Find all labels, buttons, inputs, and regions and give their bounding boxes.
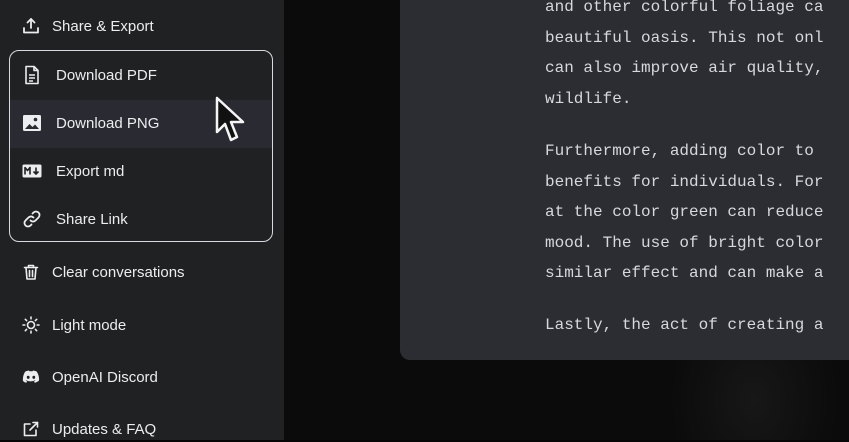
light-mode-label: Light mode — [52, 316, 127, 334]
openai-discord-label: OpenAI Discord — [52, 368, 158, 386]
download-pdf-label: Download PDF — [56, 66, 157, 84]
document-text: and other colorful foliage ca beautiful … — [545, 0, 823, 334]
doc-line: benefits for individuals. For — [545, 173, 824, 191]
document-panel: and other colorful foliage ca beautiful … — [400, 0, 849, 360]
clear-conversations-button[interactable]: Clear conversations — [22, 259, 185, 285]
doc-line: wildlife. — [545, 90, 632, 108]
updates-faq-label: Updates & FAQ — [52, 420, 157, 438]
sun-icon — [22, 316, 40, 334]
link-icon — [22, 209, 42, 229]
light-mode-button[interactable]: Light mode — [22, 312, 126, 338]
doc-line: mood. The use of bright color — [545, 234, 824, 252]
export-md-label: Export md — [56, 162, 125, 180]
markdown-icon — [22, 161, 42, 181]
share-link-label: Share Link — [56, 210, 128, 228]
doc-line: and other colorful foliage ca — [545, 0, 824, 16]
trash-icon — [22, 263, 40, 281]
doc-line: can also improve air quality, — [545, 59, 824, 77]
download-pdf-button[interactable]: Download PDF — [22, 62, 157, 88]
doc-line: similar effect and can make a — [545, 264, 824, 282]
download-png-label: Download PNG — [56, 114, 160, 132]
export-md-button[interactable]: Export md — [22, 158, 124, 184]
upload-icon — [22, 17, 40, 35]
sidebar: Share & Export Download PDF Download PNG — [0, 0, 284, 440]
share-export-button[interactable]: Share & Export — [22, 13, 154, 39]
doc-line: Furthermore, adding color to — [545, 142, 814, 160]
clear-conversations-label: Clear conversations — [52, 263, 185, 281]
doc-line: Lastly, the act of creating a — [545, 316, 824, 334]
share-link-button[interactable]: Share Link — [22, 206, 128, 232]
discord-icon — [22, 368, 40, 386]
image-icon — [22, 113, 42, 133]
external-link-icon — [22, 420, 40, 438]
file-text-icon — [22, 65, 42, 85]
mouse-cursor-icon — [215, 96, 245, 142]
doc-line: beautiful oasis. This not onl — [545, 29, 824, 47]
download-png-button[interactable]: Download PNG — [22, 110, 159, 136]
openai-discord-link[interactable]: OpenAI Discord — [22, 364, 158, 390]
share-export-label: Share & Export — [52, 17, 154, 35]
doc-line: at the color green can reduce — [545, 203, 824, 221]
updates-faq-link[interactable]: Updates & FAQ — [22, 416, 156, 442]
